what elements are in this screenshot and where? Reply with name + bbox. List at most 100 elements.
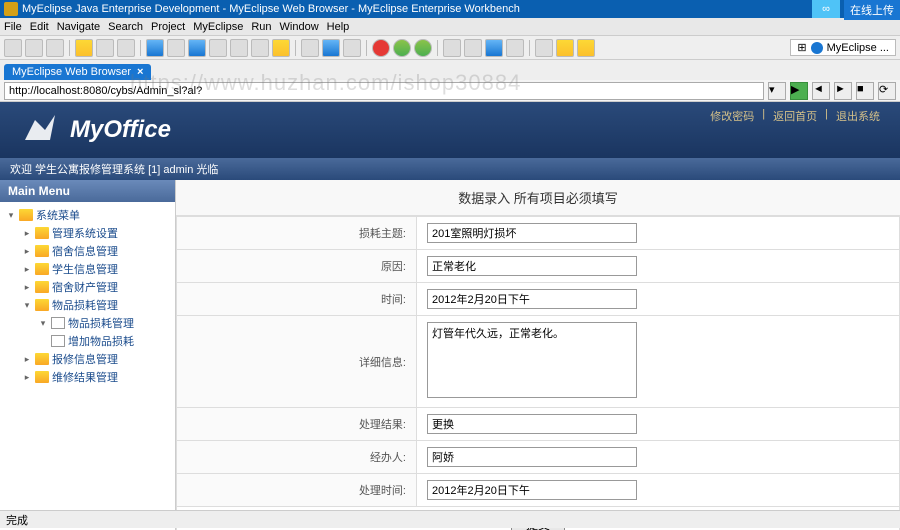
tree-label: 系统菜单 (36, 207, 80, 223)
menu-project[interactable]: Project (151, 21, 185, 33)
perspective-grid-icon: ⊞ (797, 41, 806, 54)
window-title: MyEclipse Java Enterprise Development - … (22, 3, 520, 15)
sidebar-item[interactable]: ▸学生信息管理 (0, 260, 175, 278)
sidebar-item[interactable]: 增加物品损耗 (0, 332, 175, 350)
separator: | (762, 108, 765, 124)
toolbar-icon[interactable] (272, 39, 290, 57)
cloud-badge-icon[interactable]: ∞ (812, 0, 840, 18)
expand-icon[interactable]: ▸ (22, 354, 32, 365)
input-result[interactable] (427, 414, 637, 434)
myeclipse-icon (811, 42, 823, 54)
new-button[interactable] (4, 39, 22, 57)
link-logout[interactable]: 退出系统 (836, 108, 880, 124)
tree-label: 增加物品损耗 (68, 333, 134, 349)
separator (69, 40, 70, 56)
toolbar-icon[interactable] (117, 39, 135, 57)
forward-button[interactable] (577, 39, 595, 57)
menu-help[interactable]: Help (327, 21, 350, 33)
header-links: 修改密码 | 返回首页 | 退出系统 (710, 108, 880, 124)
sidebar-item[interactable]: ▸ 维修结果管理 (0, 368, 175, 386)
save-all-button[interactable] (46, 39, 64, 57)
run-button-2[interactable] (414, 39, 432, 57)
nav-forward-button[interactable]: ► (834, 82, 852, 100)
sidebar-item[interactable]: ▾物品损耗管理 (0, 296, 175, 314)
folder-icon (35, 263, 49, 275)
tree-label: 报修信息管理 (52, 351, 118, 367)
menu-window[interactable]: Window (280, 21, 319, 33)
label-result: 处理结果: (177, 408, 417, 441)
menu-search[interactable]: Search (108, 21, 143, 33)
label-handle-time: 处理时间: (177, 474, 417, 507)
menu-navigate[interactable]: Navigate (57, 21, 100, 33)
expand-icon[interactable]: ▸ (22, 228, 32, 239)
input-time[interactable] (427, 289, 637, 309)
toolbar-icon[interactable] (230, 39, 248, 57)
expand-icon[interactable]: ▸ (22, 282, 32, 293)
toolbar-icon[interactable] (443, 39, 461, 57)
toolbar-icon[interactable] (322, 39, 340, 57)
stop-button[interactable]: ■ (856, 82, 874, 100)
toolbar-icon[interactable] (301, 39, 319, 57)
toolbar-icon[interactable] (146, 39, 164, 57)
input-reason[interactable] (427, 256, 637, 276)
tree-label: 维修结果管理 (52, 369, 118, 385)
folder-icon (35, 353, 49, 365)
sidebar-item[interactable]: ▸宿舍信息管理 (0, 242, 175, 260)
toolbar-icon[interactable] (535, 39, 553, 57)
toolbar-icon[interactable] (188, 39, 206, 57)
link-change-password[interactable]: 修改密码 (710, 108, 754, 124)
toolbar-icon[interactable] (251, 39, 269, 57)
expand-icon[interactable]: ▸ (22, 264, 32, 275)
nav-back-button[interactable]: ◄ (812, 82, 830, 100)
sidebar-item[interactable]: ▸ 报修信息管理 (0, 350, 175, 368)
run-button[interactable] (393, 39, 411, 57)
toolbar-icon[interactable] (75, 39, 93, 57)
expand-icon[interactable]: ▸ (22, 372, 32, 383)
toolbar-icon[interactable] (167, 39, 185, 57)
sidebar-item[interactable]: ▸管理系统设置 (0, 224, 175, 242)
perspective-switcher[interactable]: ⊞ MyEclipse ... (790, 39, 896, 56)
menu-myeclipse[interactable]: MyEclipse (193, 21, 243, 33)
menu-edit[interactable]: Edit (30, 21, 49, 33)
input-handler[interactable] (427, 447, 637, 467)
menu-file[interactable]: File (4, 21, 22, 33)
form-title: 数据录入 所有项目必须填写 (176, 180, 900, 216)
toolbar-icon[interactable] (343, 39, 361, 57)
input-handle-time[interactable] (427, 480, 637, 500)
upload-badge[interactable]: 在线上传 (844, 0, 900, 20)
separator (140, 40, 141, 56)
collapse-icon[interactable]: ▾ (6, 210, 16, 221)
go-button[interactable]: ▶ (790, 82, 808, 100)
back-button[interactable] (556, 39, 574, 57)
save-button[interactable] (25, 39, 43, 57)
toolbar-icon[interactable] (506, 39, 524, 57)
sidebar-item[interactable]: ▸宿舍财产管理 (0, 278, 175, 296)
expand-icon[interactable]: ▸ (22, 246, 32, 257)
sidebar-item[interactable]: ▾物品损耗管理 (0, 314, 175, 332)
label-time: 时间: (177, 283, 417, 316)
url-input[interactable] (4, 82, 764, 100)
input-subject[interactable] (427, 223, 637, 243)
toolbar-icon[interactable] (485, 39, 503, 57)
refresh-button[interactable]: ⟳ (878, 82, 896, 100)
expand-icon[interactable]: ▾ (38, 318, 48, 329)
textarea-detail[interactable] (427, 322, 637, 398)
toolbar-icon[interactable] (464, 39, 482, 57)
browser-tab[interactable]: MyEclipse Web Browser × (4, 64, 151, 80)
toolbar-icon[interactable] (96, 39, 114, 57)
tree-root[interactable]: ▾ 系统菜单 (0, 206, 175, 224)
window-title-bar: MyEclipse Java Enterprise Development - … (0, 0, 900, 18)
toolbar-icon[interactable] (209, 39, 227, 57)
separator (366, 40, 367, 56)
folder-icon (19, 209, 33, 221)
label-detail: 详细信息: (177, 316, 417, 408)
link-home[interactable]: 返回首页 (773, 108, 817, 124)
separator (295, 40, 296, 56)
folder-icon (35, 299, 49, 311)
debug-button[interactable] (372, 39, 390, 57)
nav-tree: ▾ 系统菜单 ▸管理系统设置▸宿舍信息管理▸学生信息管理▸宿舍财产管理▾物品损耗… (0, 202, 175, 530)
close-icon[interactable]: × (137, 66, 143, 78)
dropdown-button[interactable]: ▾ (768, 82, 786, 100)
expand-icon[interactable]: ▾ (22, 300, 32, 311)
menu-run[interactable]: Run (251, 21, 271, 33)
